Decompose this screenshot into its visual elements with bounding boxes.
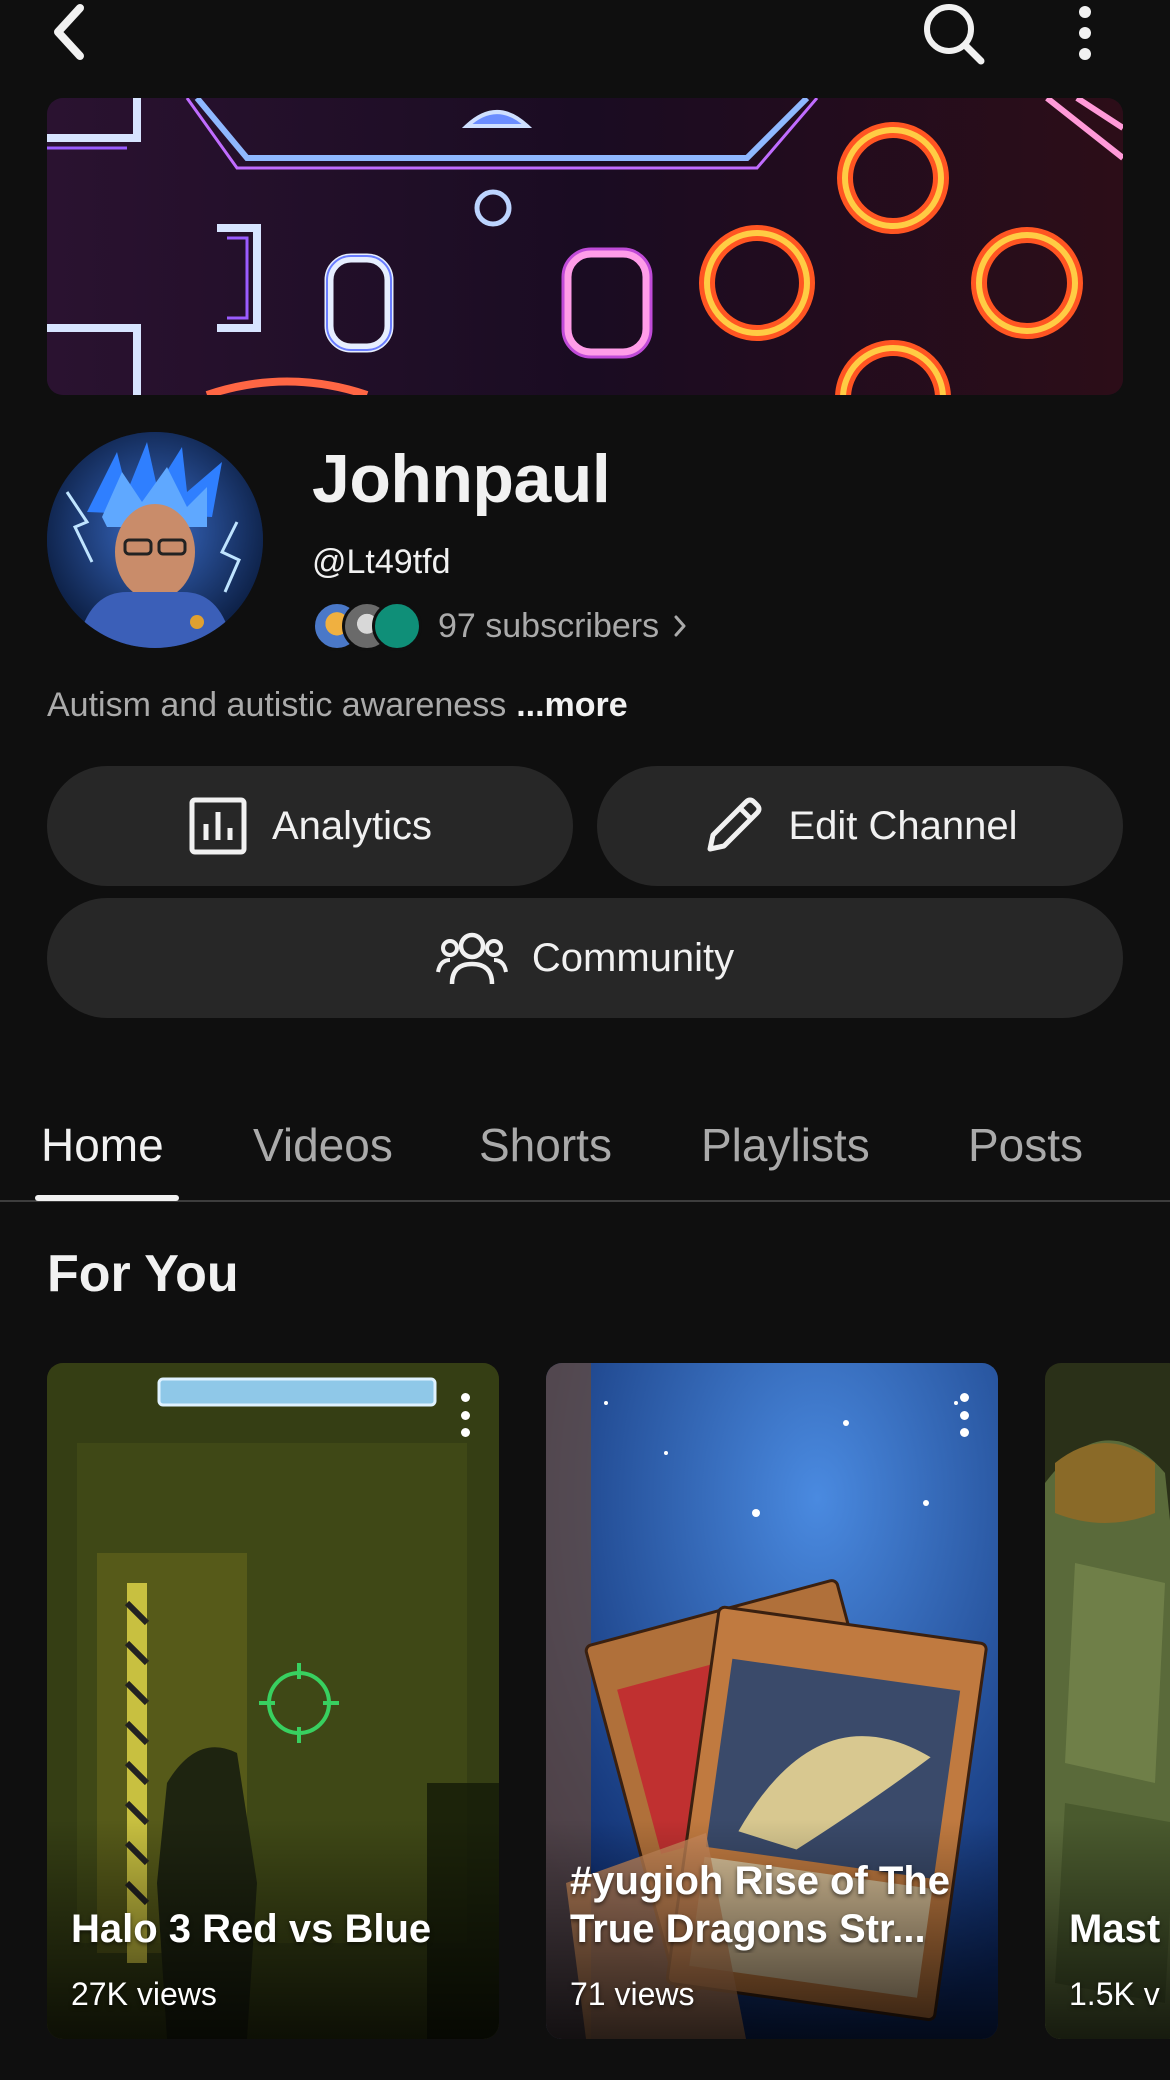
bar-chart-icon <box>188 796 248 856</box>
description-text: Autism and autistic awareness <box>47 686 507 724</box>
short-views: 71 views <box>570 1976 695 2012</box>
short-views: 27K views <box>71 1976 217 2012</box>
channel-handle: @Lt49tfd <box>312 543 451 581</box>
more-vert-icon[interactable] <box>952 1393 976 1437</box>
community-button[interactable]: Community <box>47 898 1123 1018</box>
tab-playlists[interactable]: Playlists <box>701 1090 870 1200</box>
edit-channel-label: Edit Channel <box>788 803 1018 848</box>
subscribers-link[interactable]: 97 subscribers <box>312 600 687 652</box>
subscriber-count: 97 subscribers <box>438 606 660 645</box>
tab-posts[interactable]: Posts <box>968 1090 1083 1200</box>
more-vert-icon <box>1079 6 1091 60</box>
top-bar <box>0 0 1170 80</box>
channel-avatar[interactable] <box>47 432 263 648</box>
short-title: Mast speed <box>1069 1907 1170 1951</box>
community-label: Community <box>531 935 735 980</box>
short-title: Halo 3 Red vs Blue <box>71 1907 432 1951</box>
more-options-button[interactable] <box>1060 0 1110 66</box>
more-vert-icon[interactable] <box>453 1393 477 1437</box>
search-icon <box>924 4 985 65</box>
channel-name: Johnpaul <box>312 441 611 517</box>
subscriber-avatars <box>312 601 424 651</box>
short-card[interactable]: #yugioh Rise of The True Dragons Str... … <box>546 1363 998 2039</box>
tab-home[interactable]: Home <box>41 1090 164 1200</box>
channel-tabs: Home Videos Shorts Playlists Posts <box>0 1090 1170 1202</box>
short-card[interactable]: Mast speed 1.5K v <box>1045 1363 1170 2039</box>
active-tab-indicator <box>35 1195 179 1201</box>
short-views: 1.5K v <box>1069 1976 1160 2012</box>
channel-description[interactable]: Autism and autistic awareness ...more <box>47 686 628 725</box>
short-card[interactable]: Halo 3 Red vs Blue 27K views <box>47 1363 499 2039</box>
search-button[interactable] <box>918 0 988 66</box>
section-title: For You <box>47 1245 239 1303</box>
people-icon <box>435 928 508 988</box>
chevron-right-icon <box>673 614 687 638</box>
analytics-label: Analytics <box>271 803 433 848</box>
subscriber-avatar <box>372 601 422 651</box>
channel-banner[interactable] <box>47 98 1123 395</box>
chevron-left-icon <box>54 4 84 60</box>
back-button[interactable] <box>40 0 100 64</box>
more-link[interactable]: ...more <box>516 686 627 724</box>
edit-channel-button[interactable]: Edit Channel <box>597 766 1123 886</box>
avatar-image <box>47 432 263 648</box>
tab-shorts[interactable]: Shorts <box>479 1090 612 1200</box>
analytics-button[interactable]: Analytics <box>47 766 573 886</box>
short-title: #yugioh Rise of The True Dragons Str... <box>570 1859 951 1951</box>
tab-videos[interactable]: Videos <box>253 1090 393 1200</box>
pencil-icon <box>702 795 764 857</box>
banner-image <box>47 98 1123 395</box>
